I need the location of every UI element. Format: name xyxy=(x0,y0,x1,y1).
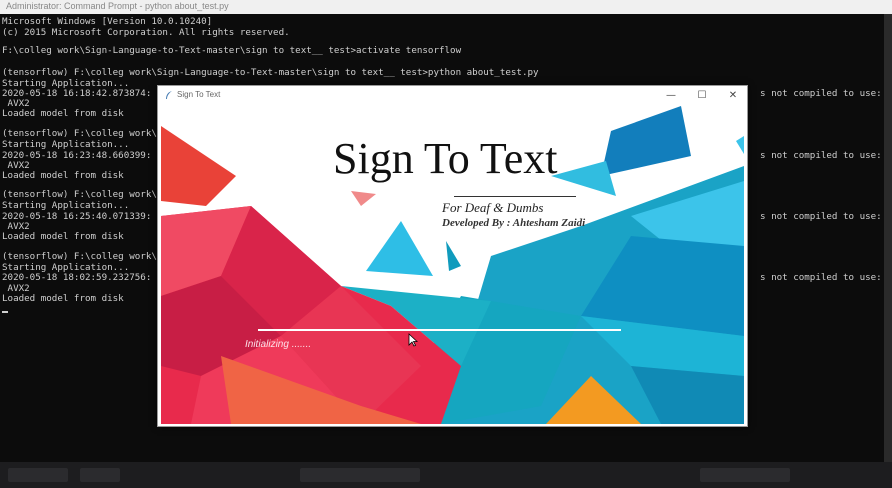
console-line: Loaded model from disk xyxy=(2,170,124,181)
developer-credit: Developed By : Ahtesham Zaidi xyxy=(442,217,586,229)
console-line: Loaded model from disk xyxy=(2,293,124,304)
maximize-button[interactable]: ☐ xyxy=(687,87,717,104)
sign-to-text-window[interactable]: Sign To Text — ☐ ✕ Sign To Text For Deaf… xyxy=(157,85,748,427)
console-title: Administrator: Command Prompt - python a… xyxy=(6,1,229,11)
taskbar[interactable] xyxy=(0,462,892,488)
console-titlebar[interactable]: Administrator: Command Prompt - python a… xyxy=(0,0,892,14)
taskbar-item[interactable] xyxy=(8,468,68,482)
loading-progress-bar xyxy=(258,329,621,331)
console-line-tail: s not compiled to use: AVX xyxy=(760,88,892,99)
console-line-tail: s not compiled to use: AVX xyxy=(760,211,892,222)
splash-screen: Sign To Text For Deaf & Dumbs Developed … xyxy=(161,106,744,424)
console-line: F:\colleg work\Sign-Language-to-Text-mas… xyxy=(2,45,462,56)
taskbar-item[interactable] xyxy=(700,468,790,482)
taskbar-item[interactable] xyxy=(80,468,120,482)
close-icon: ✕ xyxy=(728,90,738,101)
minimize-button[interactable]: — xyxy=(656,87,686,104)
app-heading: Sign To Text xyxy=(333,134,558,183)
console-scrollbar[interactable] xyxy=(884,14,892,462)
console-cursor xyxy=(2,311,8,313)
close-button[interactable]: ✕ xyxy=(718,87,748,104)
console-line: (c) 2015 Microsoft Corporation. All righ… xyxy=(2,27,290,38)
minimize-icon: — xyxy=(666,90,676,101)
app-title: Sign To Text xyxy=(177,90,221,99)
taskbar-item[interactable] xyxy=(300,468,420,482)
mouse-cursor-icon xyxy=(408,333,418,347)
feather-icon xyxy=(166,91,172,99)
console-line: Loaded model from disk xyxy=(2,231,124,242)
app-subtitle: For Deaf & Dumbs xyxy=(442,200,544,215)
loading-status: Initializing ....... xyxy=(245,339,312,350)
console-line-tail: s not compiled to use: AVX xyxy=(760,150,892,161)
app-titlebar[interactable]: Sign To Text — ☐ ✕ xyxy=(158,86,747,105)
heading-underline xyxy=(454,196,576,197)
console-line: Loaded model from disk xyxy=(2,108,124,119)
console-line-tail: s not compiled to use: AVX xyxy=(760,272,892,283)
maximize-icon: ☐ xyxy=(697,90,707,101)
loading-progress-fill xyxy=(258,329,621,331)
